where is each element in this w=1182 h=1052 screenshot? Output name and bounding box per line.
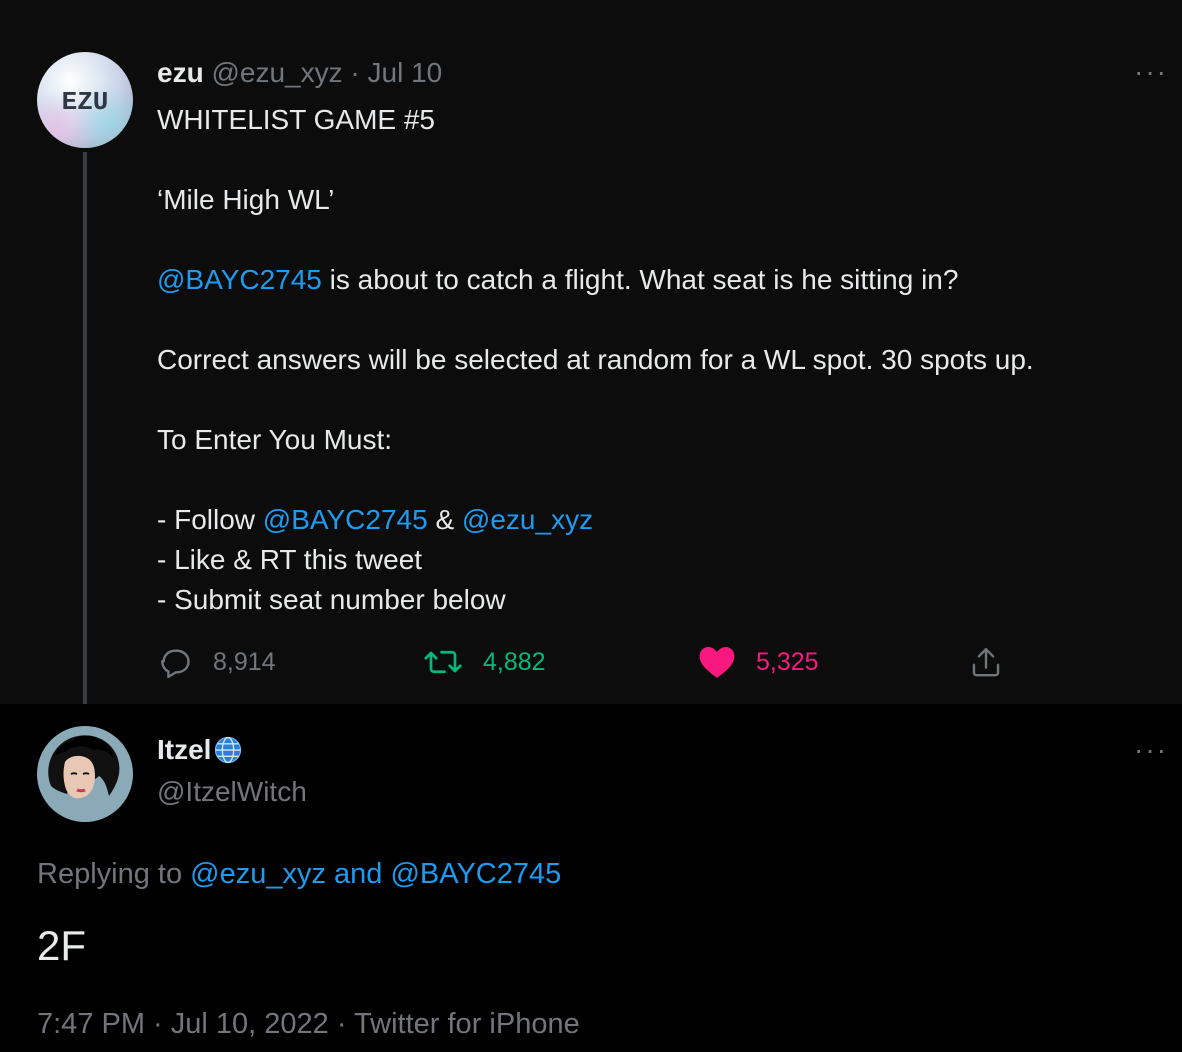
tweet-date[interactable]: Jul 10 — [368, 57, 443, 88]
replying-to: Replying to @ezu_xyz and @BAYC2745 — [37, 858, 561, 891]
share-button[interactable] — [969, 640, 1003, 684]
retweet-count: 4,882 — [483, 647, 546, 676]
globe-icon — [215, 736, 242, 764]
more-options-icon[interactable]: ··· — [1134, 736, 1168, 764]
heart-icon — [699, 646, 735, 678]
tweet-body: WHITELIST GAME #5 ‘Mile High WL’ @BAYC27… — [157, 100, 1157, 620]
tweet-line-enter: To Enter You Must: — [157, 424, 393, 455]
tweet-action-bar: 8,914 4,882 5,325 — [157, 640, 1057, 684]
reply-author-row: Itzel — [157, 734, 243, 766]
mention-link[interactable]: @ezu_xyz — [190, 858, 326, 890]
header-separator: · — [350, 57, 360, 88]
tweet-line-follow: - Follow @BAYC2745 & @ezu_xyz — [157, 500, 1157, 540]
reply-author-name[interactable]: Itzel — [157, 734, 211, 766]
reply-button[interactable]: 8,914 — [157, 640, 276, 684]
retweet-icon — [424, 650, 462, 674]
mention-link[interactable]: @ezu_xyz — [462, 504, 593, 535]
retweet-button[interactable]: 4,882 — [423, 640, 546, 684]
meta-separator: · — [145, 1008, 171, 1040]
like-button[interactable]: 5,325 — [698, 640, 819, 684]
author-handle[interactable]: @ezu_xyz — [211, 57, 342, 88]
reply-count: 8,914 — [213, 647, 276, 676]
reply-source[interactable]: Twitter for iPhone — [354, 1008, 580, 1040]
meta-separator: · — [328, 1008, 355, 1040]
thread-connector-line — [83, 152, 87, 704]
reply-text: 2F — [37, 922, 87, 969]
ampersand: & — [427, 504, 462, 535]
mention-link[interactable]: @BAYC2745 — [157, 264, 322, 295]
share-icon — [972, 648, 1000, 677]
author-name[interactable]: ezu — [157, 57, 204, 88]
question-text: is about to catch a flight. What seat is… — [321, 264, 959, 295]
reply-metadata: 7:47 PM · Jul 10, 2022 · Twitter for iPh… — [37, 1008, 580, 1041]
tweet-line-subtitle: ‘Mile High WL’ — [157, 184, 335, 215]
replying-prefix: Replying to — [37, 858, 191, 890]
more-options-icon[interactable]: ··· — [1134, 58, 1168, 86]
reply-icon — [161, 649, 190, 679]
replying-and: and — [325, 858, 391, 890]
ezu-logo-text: EZU — [62, 87, 109, 117]
reply-date[interactable]: Jul 10, 2022 — [171, 1008, 329, 1040]
reply-author-handle[interactable]: @ItzelWitch — [157, 776, 307, 808]
tweet-header: ezu @ezu_xyz · Jul 10 — [157, 56, 442, 90]
tweet-line-title: WHITELIST GAME #5 — [157, 104, 435, 135]
tweet-line-submit: - Submit seat number below — [157, 584, 506, 615]
like-count: 5,325 — [756, 647, 819, 676]
follow-prefix: - Follow — [157, 504, 263, 535]
mention-link[interactable]: @BAYC2745 — [390, 858, 561, 890]
mention-link[interactable]: @BAYC2745 — [263, 504, 428, 535]
ezu-avatar[interactable]: EZU — [37, 52, 133, 148]
tweet-line-correct: Correct answers will be selected at rand… — [157, 344, 1034, 375]
itzel-avatar[interactable] — [37, 726, 133, 822]
tweet-line-like-rt: - Like & RT this tweet — [157, 544, 423, 575]
reply-time[interactable]: 7:47 PM — [37, 1008, 145, 1040]
tweet-line-question: @BAYC2745 is about to catch a flight. Wh… — [157, 260, 1157, 300]
